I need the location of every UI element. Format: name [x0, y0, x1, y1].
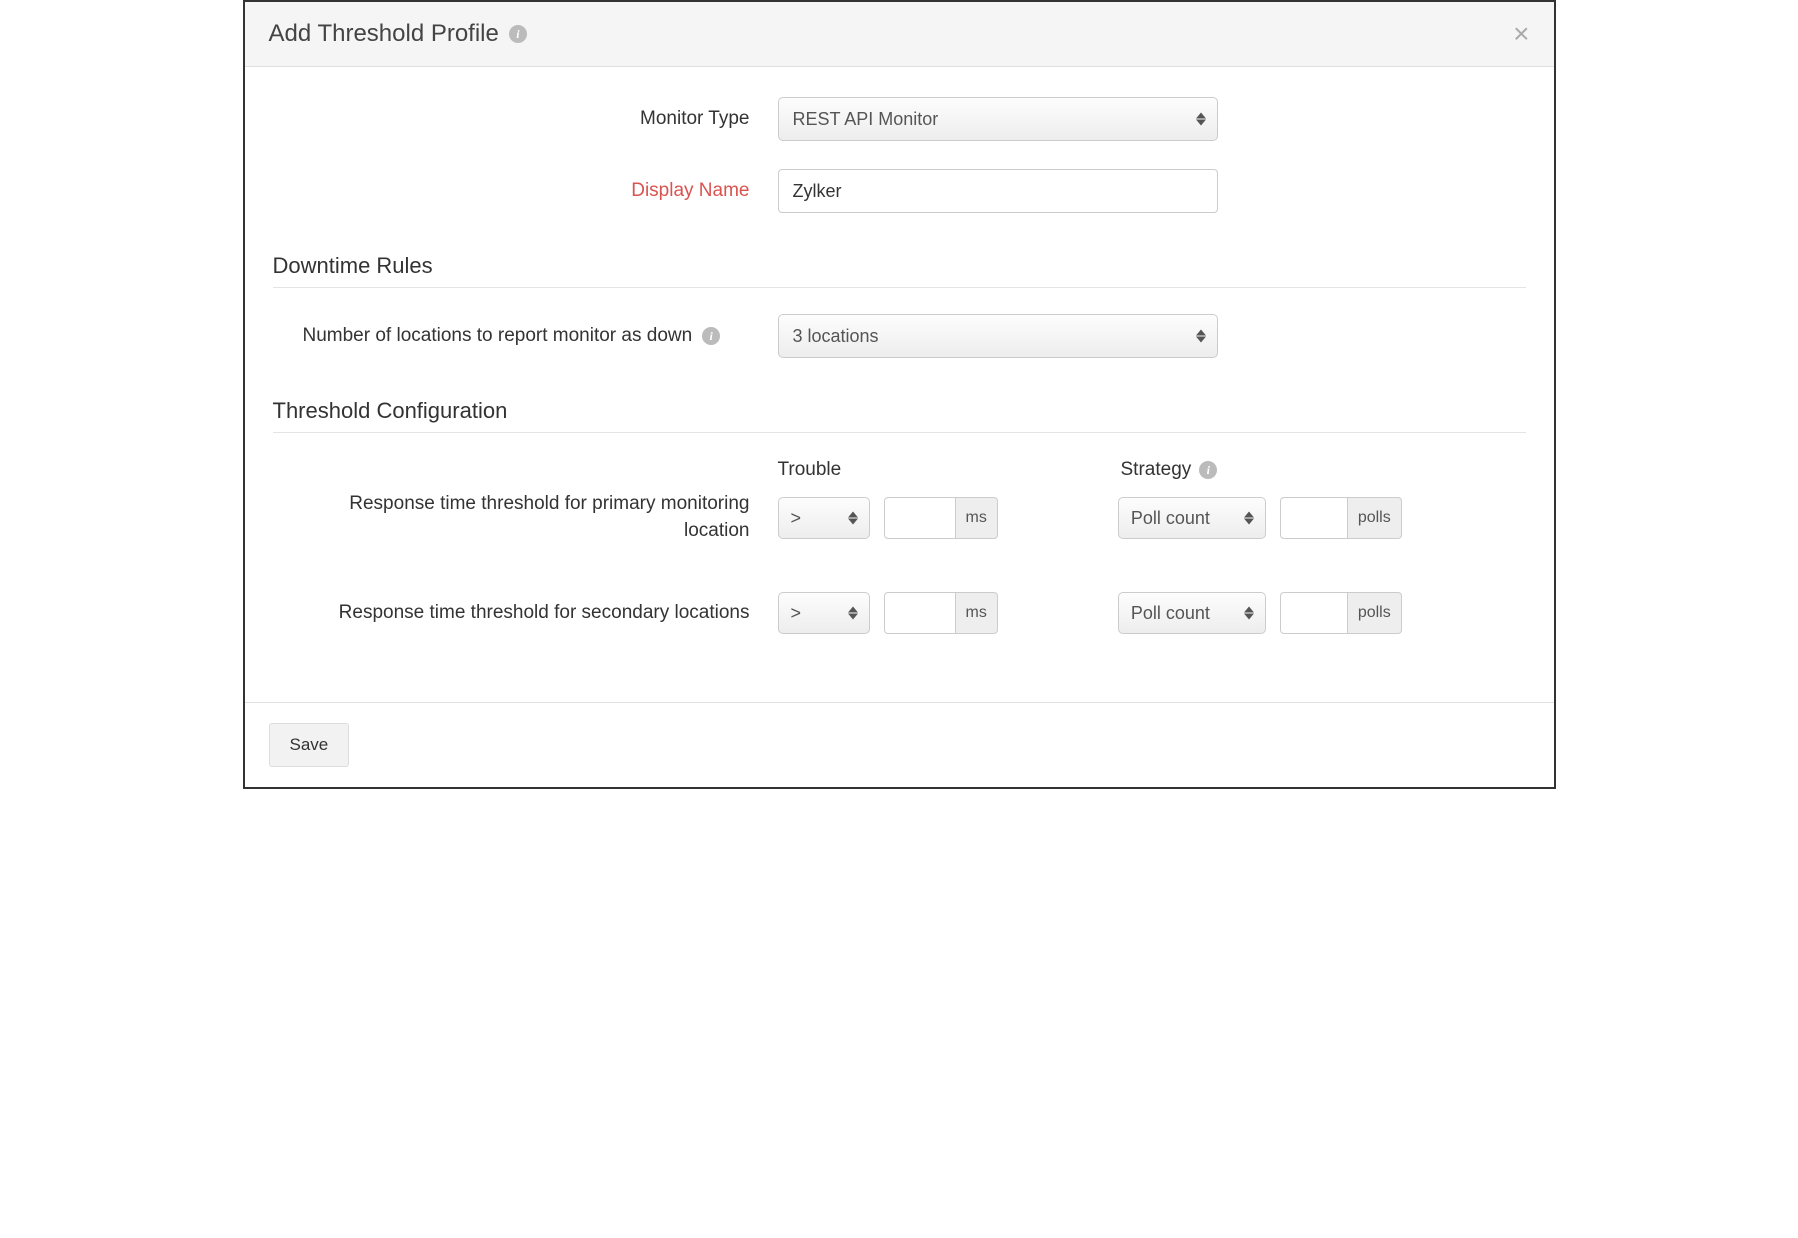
divider	[273, 432, 1526, 433]
divider	[273, 287, 1526, 288]
modal-title: Add Threshold Profile	[269, 20, 499, 48]
monitor-type-row: Monitor Type REST API Monitor	[273, 97, 1526, 141]
spacer	[273, 459, 778, 481]
display-name-control	[778, 169, 1526, 213]
polls-input-group: polls	[1280, 497, 1402, 539]
downtime-locations-select[interactable]: 3 locations	[778, 314, 1218, 358]
downtime-locations-label-wrap: Number of locations to report monitor as…	[273, 325, 778, 347]
threshold-value-input-primary[interactable]	[884, 497, 956, 539]
modal-footer: Save	[245, 702, 1554, 787]
operator-select-wrap: >	[778, 497, 870, 539]
threshold-profile-modal: Add Threshold Profile i × Monitor Type R…	[243, 0, 1556, 789]
monitor-type-select[interactable]: REST API Monitor	[778, 97, 1218, 141]
threshold-table: Trouble Strategy i Response time thresho…	[273, 459, 1526, 634]
threshold-primary-label: Response time threshold for primary moni…	[273, 491, 778, 544]
trouble-header-label: Trouble	[778, 459, 842, 481]
threshold-header-row: Trouble Strategy i	[273, 459, 1526, 481]
trouble-header: Trouble	[778, 459, 1121, 481]
strategy-select-wrap: Poll count	[1118, 592, 1266, 634]
polls-value-input-primary[interactable]	[1280, 497, 1348, 539]
threshold-section-title: Threshold Configuration	[273, 398, 1526, 424]
strategy-group-secondary: Poll count polls	[1118, 592, 1402, 634]
operator-select-secondary[interactable]: >	[778, 592, 870, 634]
polls-value-input-secondary[interactable]	[1280, 592, 1348, 634]
downtime-locations-control: 3 locations	[778, 314, 1526, 358]
display-name-input[interactable]	[778, 169, 1218, 213]
close-button[interactable]: ×	[1513, 20, 1529, 48]
monitor-type-control: REST API Monitor	[778, 97, 1526, 141]
threshold-primary-controls: > ms Poll count	[778, 497, 1402, 539]
display-name-label: Display Name	[273, 180, 778, 202]
operator-select-primary[interactable]: >	[778, 497, 870, 539]
modal-body: Monitor Type REST API Monitor Display Na…	[245, 67, 1554, 702]
ms-unit: ms	[956, 592, 998, 634]
monitor-type-label: Monitor Type	[273, 108, 778, 130]
threshold-row-secondary: Response time threshold for secondary lo…	[273, 592, 1526, 634]
info-icon[interactable]: i	[1199, 461, 1217, 479]
close-icon: ×	[1513, 18, 1529, 49]
polls-unit: polls	[1348, 592, 1402, 634]
operator-select-wrap: >	[778, 592, 870, 634]
display-name-row: Display Name	[273, 169, 1526, 213]
strategy-header-label: Strategy	[1121, 459, 1192, 481]
ms-input-group: ms	[884, 592, 998, 634]
info-icon[interactable]: i	[509, 25, 527, 43]
modal-header: Add Threshold Profile i ×	[245, 2, 1554, 67]
polls-input-group: polls	[1280, 592, 1402, 634]
info-icon[interactable]: i	[702, 327, 720, 345]
ms-input-group: ms	[884, 497, 998, 539]
downtime-locations-label: Number of locations to report monitor as…	[303, 325, 693, 347]
strategy-header: Strategy i	[1121, 459, 1218, 481]
strategy-select-wrap: Poll count	[1118, 497, 1266, 539]
polls-unit: polls	[1348, 497, 1402, 539]
monitor-type-select-wrap: REST API Monitor	[778, 97, 1218, 141]
modal-title-wrap: Add Threshold Profile i	[269, 20, 527, 48]
threshold-value-input-secondary[interactable]	[884, 592, 956, 634]
downtime-locations-select-wrap: 3 locations	[778, 314, 1218, 358]
threshold-secondary-controls: > ms Poll count	[778, 592, 1402, 634]
strategy-group-primary: Poll count polls	[1118, 497, 1402, 539]
save-button[interactable]: Save	[269, 723, 350, 767]
threshold-secondary-label: Response time threshold for secondary lo…	[273, 600, 778, 627]
strategy-select-primary[interactable]: Poll count	[1118, 497, 1266, 539]
ms-unit: ms	[956, 497, 998, 539]
downtime-section-title: Downtime Rules	[273, 253, 1526, 279]
threshold-row-primary: Response time threshold for primary moni…	[273, 491, 1526, 544]
strategy-select-secondary[interactable]: Poll count	[1118, 592, 1266, 634]
downtime-locations-row: Number of locations to report monitor as…	[273, 314, 1526, 358]
